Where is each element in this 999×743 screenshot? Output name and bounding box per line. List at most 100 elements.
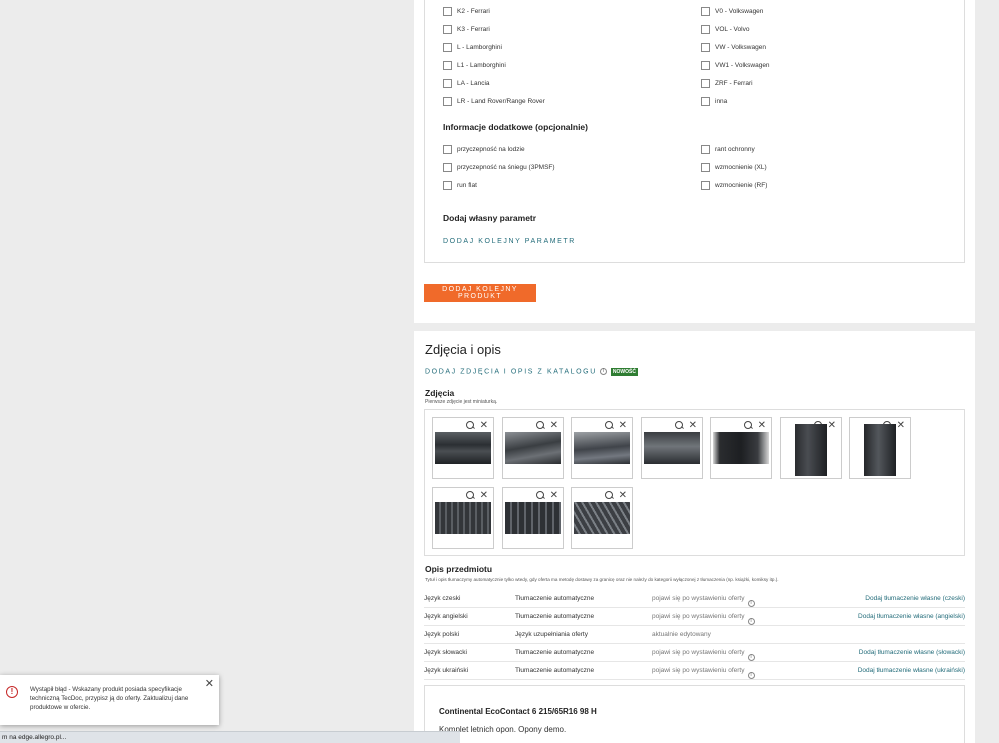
checkbox-mark-la[interactable]: LA - Lancia (443, 79, 490, 88)
photos-label: Zdjęcia (425, 388, 455, 398)
photo-thumb[interactable]: ✕ (849, 417, 911, 479)
language-table: Język czeski Tłumaczenie automatyczne po… (424, 590, 965, 680)
zoom-icon[interactable] (535, 491, 545, 500)
photo-thumb[interactable]: ✕ (432, 417, 494, 479)
checkbox-mark-inna[interactable]: inna (701, 97, 727, 106)
checkbox[interactable] (443, 25, 452, 34)
remove-icon[interactable]: ✕ (828, 421, 836, 431)
checkbox-run-flat[interactable]: run flat (443, 181, 477, 190)
description-note: Tytuł i opis tłumaczymy automatycznie ty… (425, 577, 779, 582)
remove-icon[interactable]: ✕ (550, 491, 558, 501)
photo-thumb[interactable]: ✕ (502, 487, 564, 549)
description-heading: Continental EcoContact 6 215/65R16 98 H (439, 707, 597, 716)
tire-photo (713, 432, 769, 464)
checkbox-mark-l[interactable]: L - Lamborghini (443, 43, 502, 52)
add-translation-ukrainian-link[interactable]: Dodaj tłumaczenie własne (ukraiński) (858, 667, 965, 674)
checkbox-rf[interactable]: wzmocnienie (RF) (701, 181, 767, 190)
info-icon[interactable]: i (747, 672, 755, 679)
checkbox-mark-k2[interactable]: K2 - Ferrari (443, 7, 490, 16)
info-icon[interactable]: i (599, 368, 607, 375)
checkbox[interactable] (443, 97, 452, 106)
checkbox[interactable] (443, 163, 452, 172)
section-title: Zdjęcia i opis (425, 342, 501, 357)
remove-icon[interactable]: ✕ (619, 491, 627, 501)
catalog-link[interactable]: DODAJ ZDJĘCIA I OPIS Z KATALOGU i NOWOŚĆ (425, 367, 638, 376)
checkbox[interactable] (443, 43, 452, 52)
checkbox[interactable] (443, 181, 452, 190)
language-row-slovak: Język słowacki Tłumaczenie automatyczne … (424, 644, 965, 662)
remove-icon[interactable]: ✕ (480, 491, 488, 501)
add-translation-english-link[interactable]: Dodaj tłumaczenie własne (angielski) (858, 613, 965, 620)
remove-icon[interactable]: ✕ (619, 421, 627, 431)
tire-photo (505, 432, 561, 464)
language-row-english: Język angielski Tłumaczenie automatyczne… (424, 608, 965, 626)
zoom-icon[interactable] (674, 421, 684, 430)
checkbox[interactable] (701, 181, 710, 190)
add-product-button[interactable]: DODAJ KOLEJNY PRODUKT (424, 284, 536, 302)
checkbox-ice-grip[interactable]: przyczepność na lodzie (443, 145, 525, 154)
info-icon[interactable]: i (747, 618, 755, 625)
checkbox-xl[interactable]: wzmocnienie (XL) (701, 163, 767, 172)
close-icon[interactable]: ✕ (205, 677, 214, 690)
error-toast: ! Wystąpił błąd - Wskazany produkt posia… (0, 675, 219, 725)
info-icon[interactable]: i (747, 600, 755, 607)
remove-icon[interactable]: ✕ (480, 421, 488, 431)
description-editor[interactable]: Continental EcoContact 6 215/65R16 98 H … (424, 685, 965, 743)
language-row-ukrainian: Język ukraiński Tłumaczenie automatyczne… (424, 662, 965, 680)
photo-thumb[interactable]: ✕ (780, 417, 842, 479)
checkbox[interactable] (443, 79, 452, 88)
checkbox-mark-k3[interactable]: K3 - Ferrari (443, 25, 490, 34)
info-icon[interactable]: i (747, 654, 755, 661)
zoom-icon[interactable] (535, 421, 545, 430)
add-translation-slovak-link[interactable]: Dodaj tłumaczenie własne (słowacki) (859, 649, 965, 656)
zoom-icon[interactable] (465, 491, 475, 500)
checkbox[interactable] (701, 145, 710, 154)
remove-icon[interactable]: ✕ (689, 421, 697, 431)
zoom-icon[interactable] (604, 491, 614, 500)
add-param-link[interactable]: DODAJ KOLEJNY PARAMETR (443, 238, 576, 245)
checkbox-mark-zrf[interactable]: ZRF - Ferrari (701, 79, 753, 88)
checkbox[interactable] (443, 145, 452, 154)
zoom-icon[interactable] (743, 421, 753, 430)
checkbox-mark-v0[interactable]: V0 - Volkswagen (701, 7, 763, 16)
photo-thumb[interactable]: ✕ (710, 417, 772, 479)
photos-box: ✕ ✕ ✕ ✕ ✕ ✕ ✕ ✕ ✕ ✕ (424, 409, 965, 556)
checkbox[interactable] (701, 97, 710, 106)
checkbox-rim-protector[interactable]: rant ochronny (701, 145, 755, 154)
photo-thumb[interactable]: ✕ (641, 417, 703, 479)
language-row-polish: Język polski Język uzupełniania oferty a… (424, 626, 965, 644)
checkbox[interactable] (701, 7, 710, 16)
checkbox-mark-vw1[interactable]: VW1 - Volkswagen (701, 61, 770, 70)
remove-icon[interactable]: ✕ (897, 421, 905, 431)
checkbox[interactable] (701, 79, 710, 88)
checkbox[interactable] (443, 61, 452, 70)
checkbox[interactable] (701, 43, 710, 52)
checkbox-mark-vw[interactable]: VW - Volkswagen (701, 43, 766, 52)
error-icon: ! (6, 686, 18, 698)
zoom-icon[interactable] (604, 421, 614, 430)
custom-param-title: Dodaj własny parametr (443, 213, 537, 223)
checkbox[interactable] (701, 163, 710, 172)
photo-thumb[interactable]: ✕ (432, 487, 494, 549)
photo-thumb[interactable]: ✕ (571, 417, 633, 479)
add-translation-czech-link[interactable]: Dodaj tłumaczenie własne (czeski) (865, 595, 965, 602)
checkbox[interactable] (701, 25, 710, 34)
parameters-panel: K2 - Ferrari K3 - Ferrari L - Lamborghin… (414, 0, 975, 323)
photos-note: Pierwsze zdjęcie jest miniaturką. (425, 399, 498, 405)
checkbox-mark-lr[interactable]: LR - Land Rover/Range Rover (443, 97, 545, 106)
remove-icon[interactable]: ✕ (550, 421, 558, 431)
description-title: Opis przedmiotu (425, 564, 493, 574)
checkbox-mark-vol[interactable]: VOL - Volvo (701, 25, 749, 34)
tire-photo (505, 502, 561, 534)
checkbox-snow-grip[interactable]: przyczepność na śniegu (3PMSF) (443, 163, 555, 172)
tire-photo (864, 424, 896, 476)
photo-thumb[interactable]: ✕ (502, 417, 564, 479)
photo-thumb[interactable]: ✕ (571, 487, 633, 549)
error-message: Wystąpił błąd - Wskazany produkt posiada… (30, 686, 189, 711)
zoom-icon[interactable] (465, 421, 475, 430)
checkbox[interactable] (701, 61, 710, 70)
remove-icon[interactable]: ✕ (758, 421, 766, 431)
checkbox-mark-l1[interactable]: L1 - Lamborghini (443, 61, 506, 70)
tire-photo (435, 502, 491, 534)
checkbox[interactable] (443, 7, 452, 16)
